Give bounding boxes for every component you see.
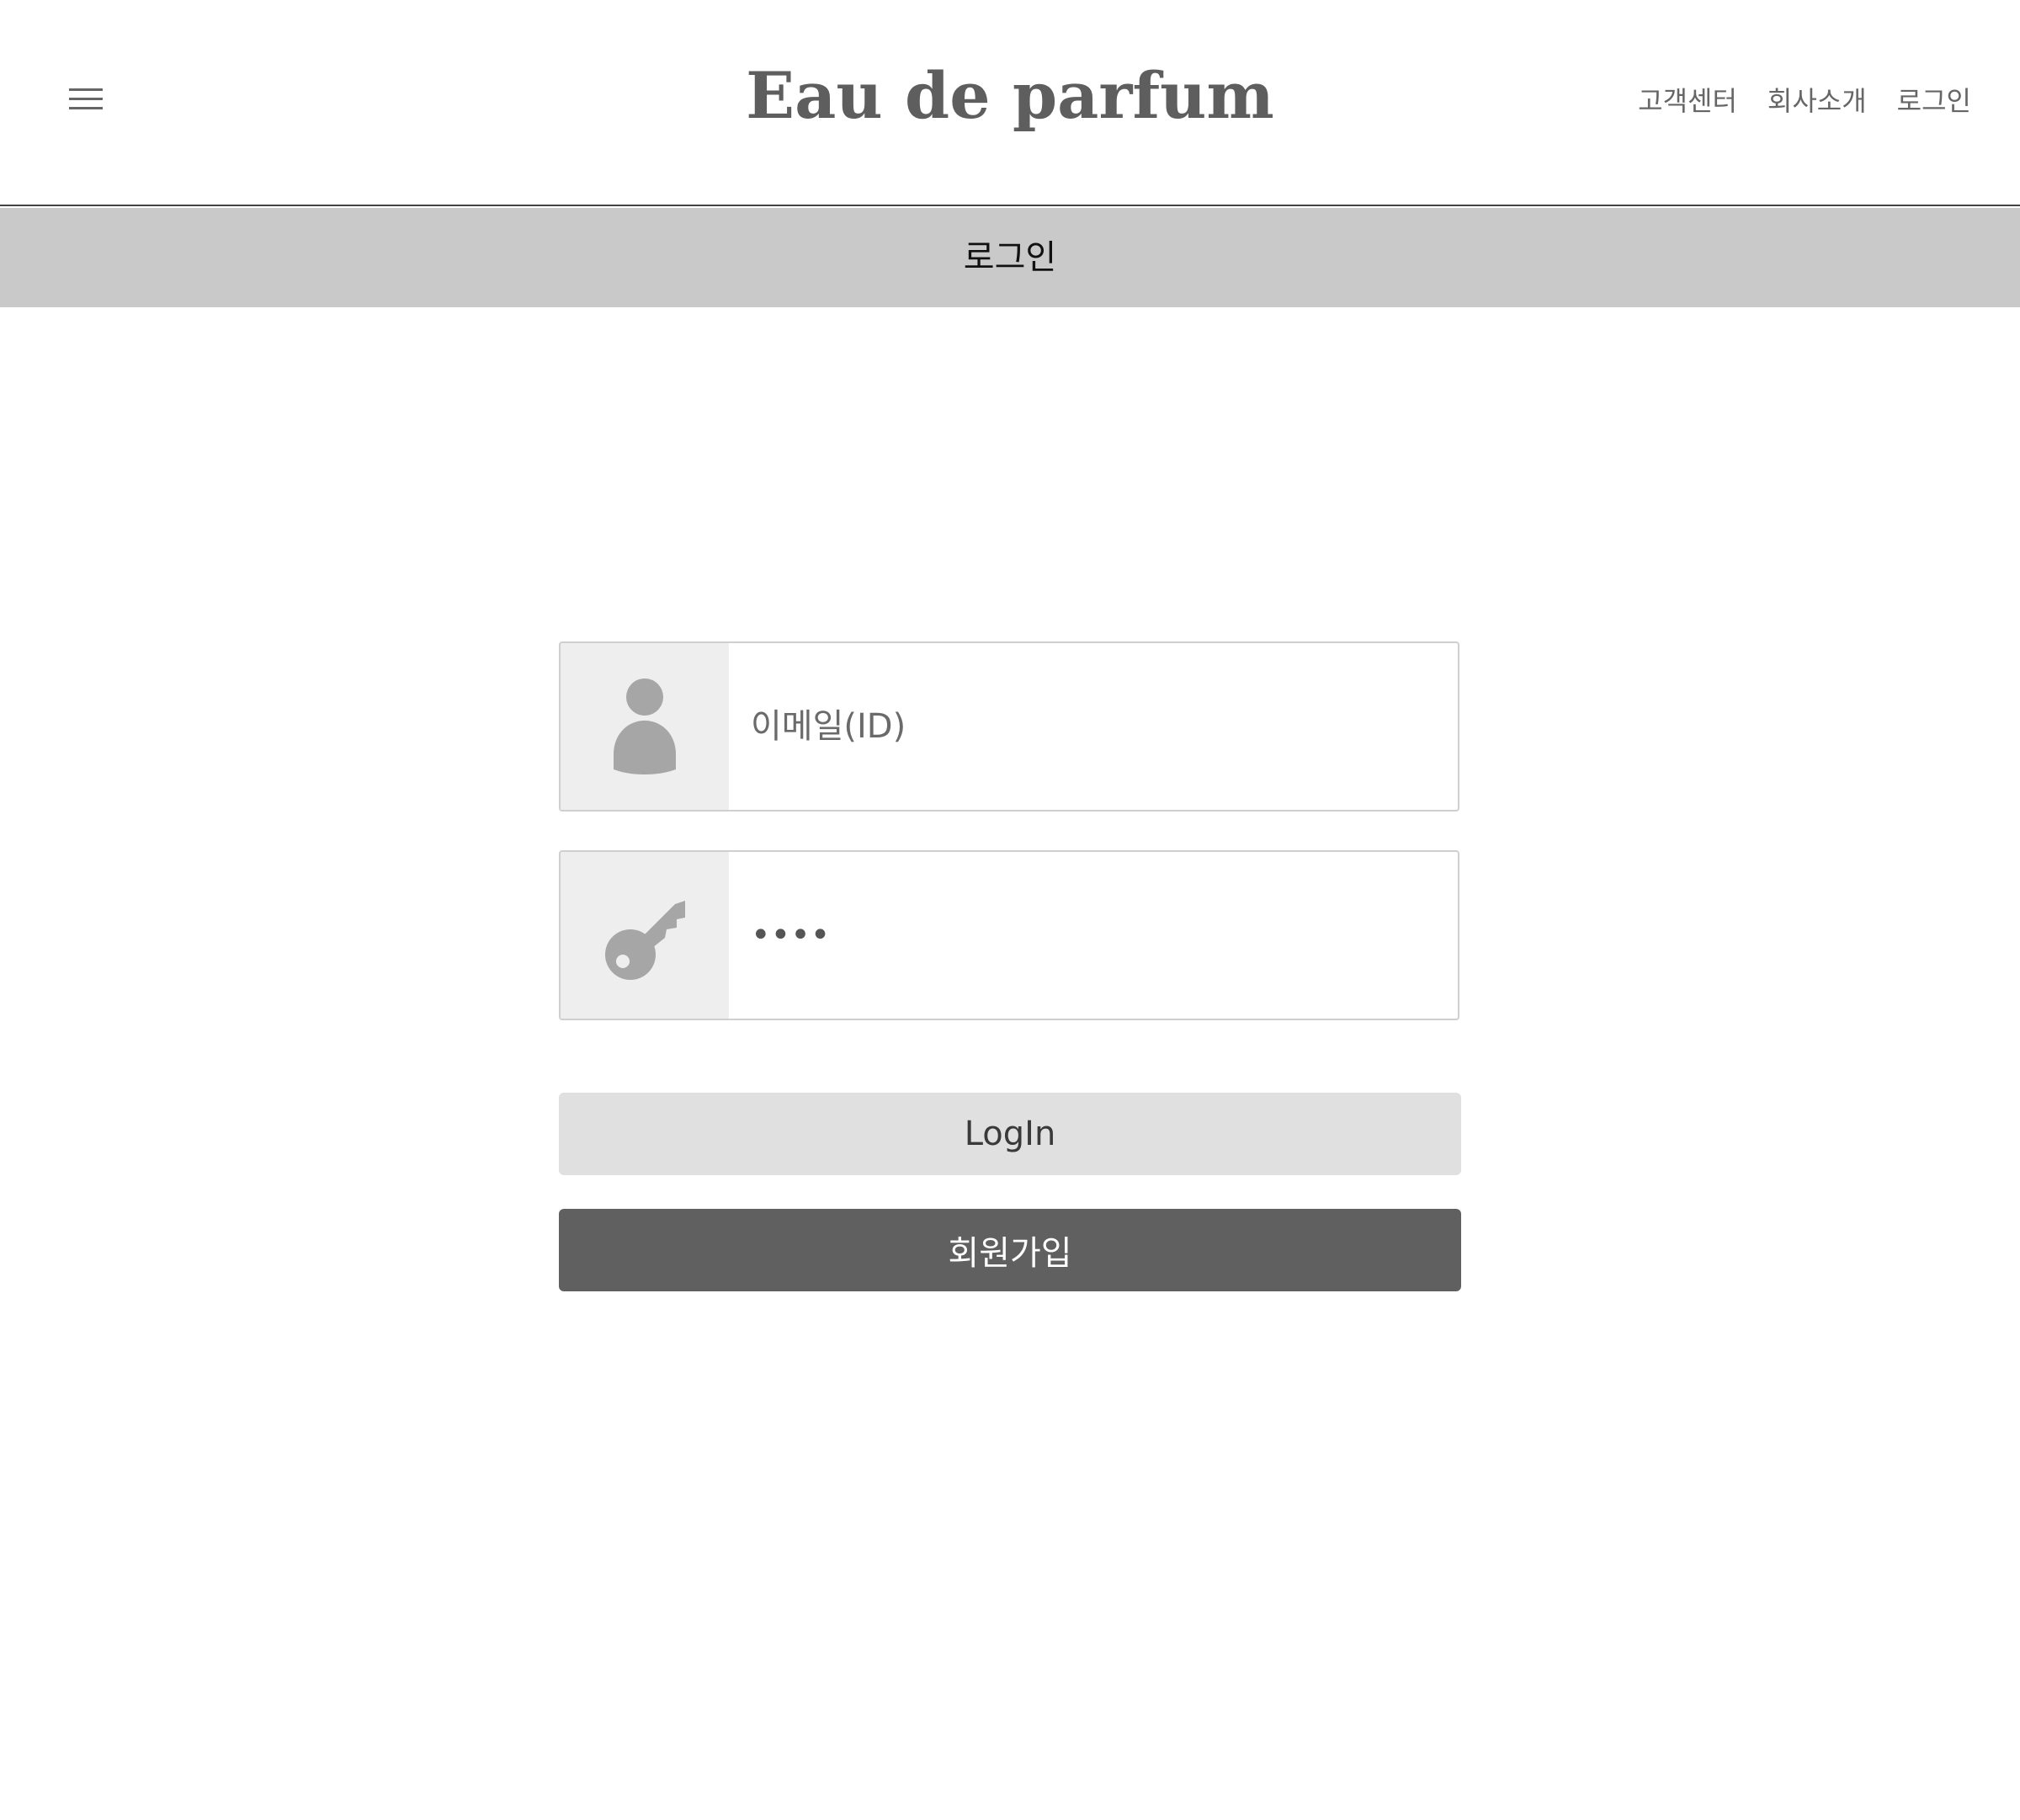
user-icon — [614, 679, 676, 774]
nav-customer-center[interactable]: 고객센터 — [1638, 81, 1737, 121]
top-nav: 고객센터 회사소개 로그인 — [1638, 81, 1971, 121]
email-input[interactable] — [751, 643, 1441, 810]
login-button[interactable]: LogIn — [559, 1093, 1461, 1175]
hamburger-menu-icon[interactable] — [69, 86, 103, 113]
key-icon — [605, 901, 685, 980]
password-field-group — [559, 850, 1459, 1020]
password-input[interactable] — [751, 852, 1441, 1019]
signup-button[interactable]: 회원가입 — [559, 1209, 1461, 1291]
page-title: 로그인 — [0, 208, 2020, 307]
nav-login[interactable]: 로그인 — [1897, 81, 1971, 121]
email-field-group — [559, 641, 1459, 812]
password-icon-box — [561, 852, 729, 1019]
email-icon-box — [561, 643, 729, 810]
site-header: Eau de parfum 고객센터 회사소개 로그인 — [0, 0, 2020, 206]
nav-company-intro[interactable]: 회사소개 — [1768, 81, 1867, 121]
